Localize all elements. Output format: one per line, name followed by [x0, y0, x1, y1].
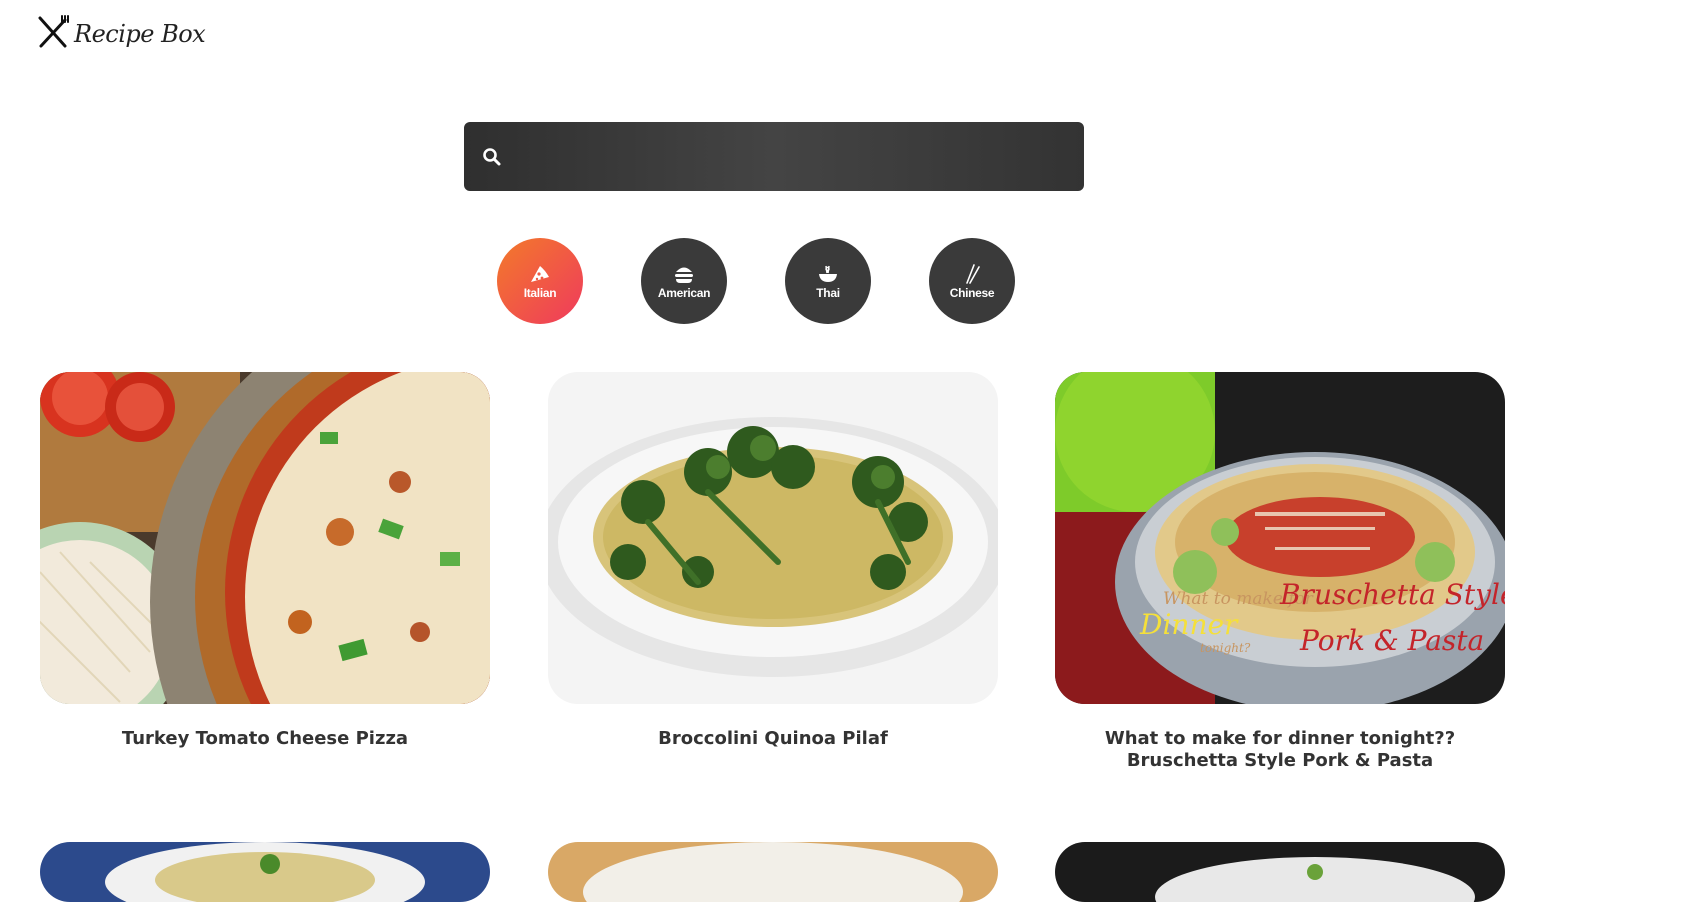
recipe-card[interactable]: What to make for Dinner tonight? Brusche… [1055, 372, 1505, 772]
recipe-card[interactable] [1055, 842, 1505, 902]
image-overlay-text: Dinner [1139, 608, 1239, 641]
category-button-american[interactable]: American [641, 238, 727, 324]
recipe-image[interactable] [40, 842, 490, 902]
fork-knife-cross-icon [36, 14, 70, 54]
category-label: American [657, 285, 711, 300]
app-logo[interactable]: Recipe Box [36, 14, 206, 54]
pizza-icon [529, 263, 551, 285]
recipe-image[interactable] [548, 372, 998, 704]
category-button-chinese[interactable]: Chinese [929, 238, 1015, 324]
search-bar[interactable] [464, 121, 1084, 192]
category-button-thai[interactable]: Thai [785, 238, 871, 324]
category-button-italian[interactable]: Italian [497, 238, 583, 324]
recipe-image[interactable] [1055, 842, 1505, 902]
recipe-title[interactable]: What to make for dinner tonight?? Brusch… [1055, 728, 1505, 772]
image-overlay-text: Pork & Pasta [1299, 624, 1484, 657]
search-input[interactable] [516, 121, 1084, 192]
recipe-image[interactable]: What to make for Dinner tonight? Brusche… [1055, 372, 1505, 704]
recipe-card[interactable] [40, 842, 490, 902]
recipe-image[interactable] [40, 372, 490, 704]
recipe-image[interactable] [548, 842, 998, 902]
category-label: Italian [523, 285, 557, 300]
image-overlay-text: Bruschetta Style [1279, 578, 1505, 611]
image-overlay-text: tonight? [1200, 641, 1251, 655]
app-title: Recipe Box [74, 20, 206, 48]
noodle-bowl-icon [817, 263, 839, 285]
recipe-card[interactable] [548, 842, 998, 902]
burger-icon [673, 263, 695, 285]
recipe-card[interactable]: Broccolini Quinoa Pilaf [548, 372, 998, 750]
category-filter: Italian American Thai Chinese [497, 238, 1015, 324]
recipe-card[interactable]: Turkey Tomato Cheese Pizza [40, 372, 490, 750]
recipe-title[interactable]: Broccolini Quinoa Pilaf [548, 728, 998, 750]
category-label: Chinese [949, 285, 995, 300]
recipe-title[interactable]: Turkey Tomato Cheese Pizza [40, 728, 490, 750]
chopsticks-icon [961, 263, 983, 285]
category-label: Thai [816, 285, 840, 300]
search-icon[interactable] [478, 143, 506, 171]
